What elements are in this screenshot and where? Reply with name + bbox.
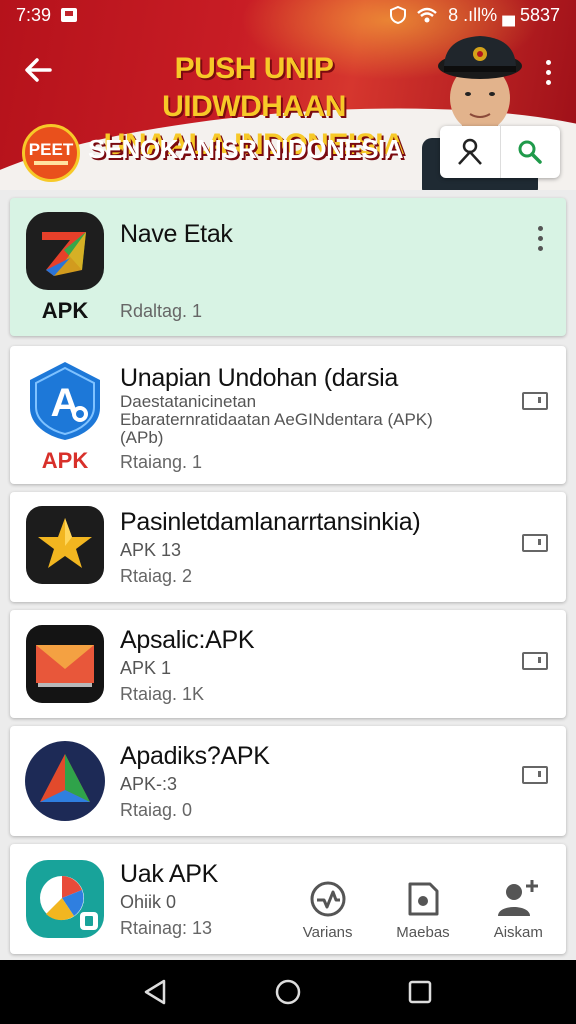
search-action-button[interactable] xyxy=(499,126,561,178)
profile-action-button[interactable] xyxy=(440,126,500,178)
app-icon xyxy=(24,210,106,292)
mail-envelope-icon xyxy=(26,625,104,703)
app-title: Uak APK xyxy=(120,860,218,888)
shield-status-icon xyxy=(390,6,407,24)
download-icon[interactable] xyxy=(522,392,548,410)
recents-square-icon[interactable] xyxy=(406,978,434,1006)
list-item[interactable]: A APK Unapian Undohan (darsia Daestatani… xyxy=(10,346,566,484)
app-icon xyxy=(24,858,106,940)
dot-icon xyxy=(545,79,551,85)
app-title: Apsalic:APK xyxy=(120,626,255,654)
app-meta: (APb) xyxy=(120,428,164,447)
app-title: Pasinletdamlanarrtansinkia) xyxy=(120,508,421,536)
app-rating: Rtaiang. 1 xyxy=(120,452,203,472)
status-time: 7:39 xyxy=(16,4,52,25)
status-bar: 7:39 8 .ıll% ▄ 5837 xyxy=(0,0,576,30)
app-rating: Rtainag: 13 xyxy=(120,918,213,938)
app-icon xyxy=(24,740,106,822)
back-triangle-icon[interactable] xyxy=(142,978,170,1006)
app-meta: Daestatanicinetan xyxy=(120,392,257,411)
item-menu-button[interactable] xyxy=(536,226,544,251)
gold-star-icon xyxy=(26,506,104,584)
app-meta: APK 13 xyxy=(120,540,182,560)
dot-icon xyxy=(537,246,543,251)
app-rating: Rdaltag. 1 xyxy=(120,301,203,321)
app-icon xyxy=(24,623,106,705)
dot-icon xyxy=(537,226,543,231)
nav-item-varians[interactable]: Varians xyxy=(280,880,375,956)
peet-badge-text: PEET xyxy=(28,140,74,159)
app-title: Unapian Undohan (darsia xyxy=(120,364,399,392)
person-icon xyxy=(498,880,539,916)
dot-icon xyxy=(545,59,551,65)
peet-badge-stripe xyxy=(34,161,68,165)
home-circle-icon[interactable] xyxy=(274,978,302,1006)
banner-title-line1: PUSH UNIP UIDWDHAAN xyxy=(162,52,346,123)
arrow-left-icon xyxy=(25,58,52,82)
pie-chart-app-icon xyxy=(26,860,104,938)
search-icon xyxy=(518,140,542,164)
app-rating: Rtaiag. 2 xyxy=(120,566,193,586)
back-button[interactable] xyxy=(18,50,58,90)
overflow-menu-button[interactable] xyxy=(538,52,558,92)
bottom-nav: Varians Maebas Aiskam xyxy=(280,880,566,956)
dot-icon xyxy=(545,69,551,75)
app-title: Nave Etak xyxy=(120,220,233,248)
list-item[interactable]: Apsalic:APK APK 1 Rtaiag. 1K xyxy=(10,610,566,718)
nav-label: Varians xyxy=(302,924,353,941)
app-icon xyxy=(24,504,106,586)
app-rating: Rtaiag. 0 xyxy=(120,800,193,820)
download-icon[interactable] xyxy=(522,766,548,784)
triangle-logo-icon xyxy=(25,741,105,821)
download-icon[interactable] xyxy=(522,652,548,670)
app-meta: APK-:3 xyxy=(120,774,178,794)
peet-badge: PEET xyxy=(22,124,80,182)
document-icon xyxy=(408,882,439,916)
list-item[interactable]: APK Nave Etak Rdaltag. 1 xyxy=(10,198,566,336)
nav-item-aiskam[interactable]: Aiskam xyxy=(471,880,566,956)
person-outline-icon xyxy=(457,138,482,165)
list-item[interactable]: Pasinletdamlanarrtansinkia) APK 13 Rtaia… xyxy=(10,492,566,602)
notification-icon xyxy=(61,8,78,22)
status-indicators: 8 .ıll% ▄ 5837 xyxy=(448,4,560,25)
apk-tag: APK xyxy=(41,448,89,473)
wifi-icon xyxy=(417,7,438,23)
app-meta: Ebaraternratidaatan AeGINdentara (APK) xyxy=(120,410,433,429)
heart-pulse-icon xyxy=(310,881,346,917)
list-item[interactable]: Apadiks?APK APK-:3 Rtaiag. 0 xyxy=(10,726,566,836)
system-navigation-bar xyxy=(0,960,576,1024)
download-icon[interactable] xyxy=(522,534,548,552)
header-action-box xyxy=(440,126,560,178)
apk-tag: APK xyxy=(41,298,89,323)
nav-label: Aiskam xyxy=(493,924,543,941)
dot-icon xyxy=(537,236,543,241)
app-meta: Ohiik 0 xyxy=(120,892,177,912)
app-rating: Rtaiag. 1K xyxy=(120,684,205,704)
blue-shield-a-icon: A xyxy=(30,362,100,440)
banner-subtitle: SENOKANISR NIDONESIA xyxy=(88,134,404,164)
app-icon: A xyxy=(24,360,106,442)
app-title: Apadiks?APK xyxy=(120,742,270,770)
nav-item-maebas[interactable]: Maebas xyxy=(375,880,470,956)
arrow-logo-icon xyxy=(26,212,104,290)
app-meta: APK 1 xyxy=(120,658,172,678)
nav-label: Maebas xyxy=(396,924,450,941)
